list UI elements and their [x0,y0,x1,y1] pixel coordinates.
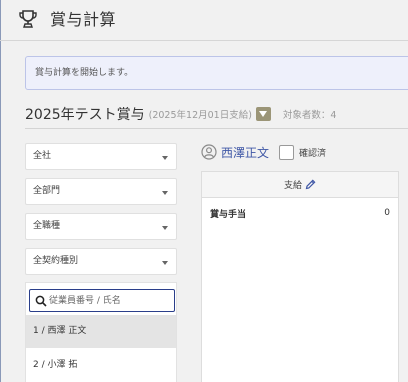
contract-type-filter-select[interactable]: 全契約種別 [25,248,177,275]
employee-search-input[interactable] [49,292,171,309]
bonus-title: 2025年テスト賞与 [25,107,145,123]
person-icon [201,144,217,160]
employee-list-item[interactable]: 2 / 小澤 拓 [26,349,176,382]
payment-section-title: 支給 [283,181,302,191]
target-count: 対象者数：4 [282,110,337,121]
payment-item-value[interactable]: 0 [384,208,390,218]
pencil-icon[interactable] [305,179,316,190]
page-header: 賞与計算 [18,6,116,30]
payment-item-row: 賞与手当 0 [202,202,398,224]
payment-detail-card: 支給 賞与手当 0 [201,171,399,382]
payment-section-header: 支給 [202,172,398,198]
job-type-filter-select[interactable]: 全職種 [25,213,177,240]
company-filter-value: 全社 [33,151,52,161]
section-divider [25,128,408,129]
job-type-filter-value: 全職種 [33,221,61,231]
search-icon [35,295,47,307]
confirmed-label: 確認済 [299,148,327,159]
page-title: 賞与計算 [50,10,117,29]
payment-item-label: 賞与手当 [210,209,247,220]
bonus-select-button[interactable] [255,107,271,121]
bonus-header: 2025年テスト賞与 (2025年12月01日支給) 対象者数：4 [25,103,336,125]
chevron-down-icon [162,226,168,230]
contract-type-filter-value: 全契約種別 [33,256,79,266]
confirmed-checkbox[interactable] [279,144,295,160]
company-filter-select[interactable]: 全社 [25,143,177,170]
department-filter-select[interactable]: 全部門 [25,178,177,205]
chevron-down-icon [162,261,168,265]
window-edge [0,0,1,382]
trophy-icon [19,10,37,28]
employee-header: 西澤正文 確認済 [201,143,326,161]
employee-list: 1 / 西澤 正文 2 / 小澤 拓 [25,282,177,382]
info-notice: 賞与計算を開始します。 [25,56,408,90]
bonus-payment-date: (2025年12月01日支給) [148,110,252,121]
employee-list-item[interactable]: 1 / 西澤 正文 [26,315,176,348]
department-filter-value: 全部門 [33,186,61,196]
employee-name: 西澤正文 [221,145,270,160]
employee-search[interactable] [29,289,175,312]
chevron-down-icon [259,111,268,117]
chevron-down-icon [162,156,168,160]
chevron-down-icon [162,191,168,195]
header-divider [0,40,408,41]
